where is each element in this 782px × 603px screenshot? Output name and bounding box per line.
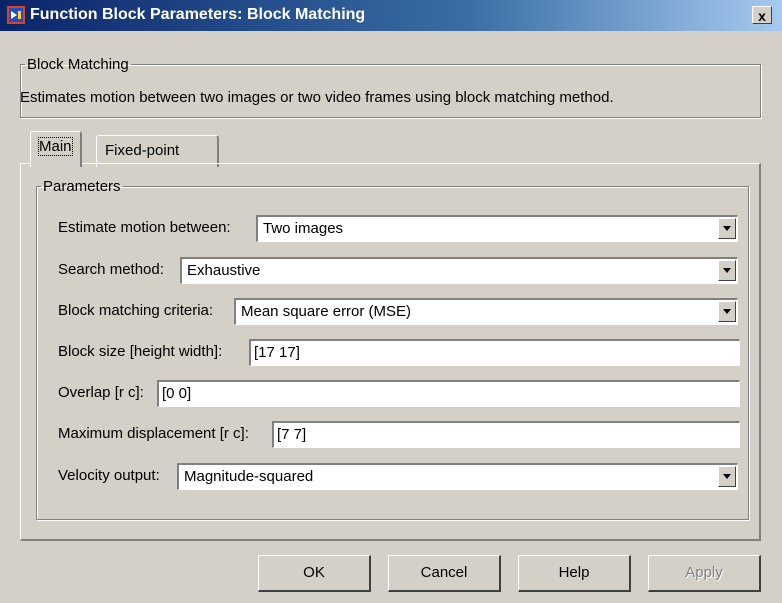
title-bar[interactable]: Function Block Parameters: Block Matchin… (0, 0, 782, 31)
tab-main-label: Main (38, 137, 73, 156)
cancel-button[interactable]: Cancel (388, 555, 501, 592)
apply-button[interactable]: Apply (648, 555, 761, 592)
help-button[interactable]: Help (518, 555, 631, 592)
close-button[interactable]: x (752, 6, 772, 24)
tab-fixed-point-label: Fixed-point (105, 142, 180, 159)
window-title: Function Block Parameters: Block Matchin… (30, 6, 366, 23)
block-matching-group-label: Block Matching (27, 56, 129, 73)
ok-button[interactable]: OK (258, 555, 371, 592)
simulink-block-icon (7, 6, 25, 24)
parameters-group: Parameters (36, 178, 749, 520)
block-description: Estimates motion between two images or t… (20, 89, 614, 106)
tab-main[interactable]: Main (30, 131, 82, 167)
block-matching-group: Block Matching (20, 56, 761, 118)
parameters-group-label: Parameters (43, 178, 121, 195)
